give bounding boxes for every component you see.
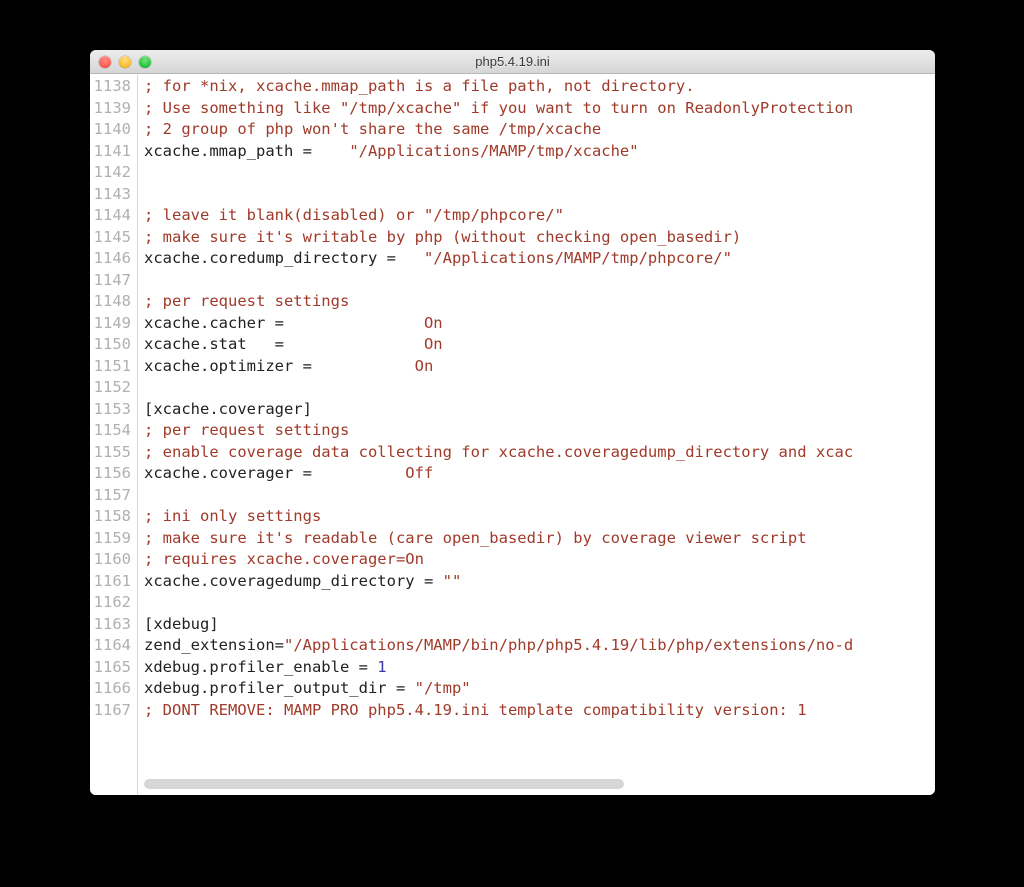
line-number: 1167 (90, 700, 131, 722)
line-number: 1166 (90, 678, 131, 700)
code-line[interactable]: ; Use something like "/tmp/xcache" if yo… (144, 98, 935, 120)
line-number: 1150 (90, 334, 131, 356)
code-line[interactable]: ; 2 group of php won't share the same /t… (144, 119, 935, 141)
line-number: 1161 (90, 571, 131, 593)
code-line[interactable]: xcache.stat = On (144, 334, 935, 356)
code-line[interactable]: ; leave it blank(disabled) or "/tmp/phpc… (144, 205, 935, 227)
line-number: 1155 (90, 442, 131, 464)
line-number-gutter: 1138113911401141114211431144114511461147… (90, 74, 138, 795)
line-number: 1141 (90, 141, 131, 163)
code-line[interactable]: xcache.coverager = Off (144, 463, 935, 485)
code-line[interactable]: ; requires xcache.coverager=On (144, 549, 935, 571)
code-line[interactable]: xcache.cacher = On (144, 313, 935, 335)
zoom-icon[interactable] (139, 56, 151, 68)
code-line[interactable]: xcache.optimizer = On (144, 356, 935, 378)
code-content[interactable]: ; for *nix, xcache.mmap_path is a file p… (138, 74, 935, 795)
code-line[interactable]: xcache.coredump_directory = "/Applicatio… (144, 248, 935, 270)
line-number: 1156 (90, 463, 131, 485)
titlebar[interactable]: php5.4.19.ini (90, 50, 935, 74)
line-number: 1154 (90, 420, 131, 442)
line-number: 1157 (90, 485, 131, 507)
code-line[interactable]: ; enable coverage data collecting for xc… (144, 442, 935, 464)
code-line[interactable]: ; DONT REMOVE: MAMP PRO php5.4.19.ini te… (144, 700, 935, 722)
line-number: 1143 (90, 184, 131, 206)
minimize-icon[interactable] (119, 56, 131, 68)
code-line[interactable]: [xcache.coverager] (144, 399, 935, 421)
code-line[interactable]: ; make sure it's writable by php (withou… (144, 227, 935, 249)
code-line[interactable]: xdebug.profiler_output_dir = "/tmp" (144, 678, 935, 700)
line-number: 1165 (90, 657, 131, 679)
code-line[interactable]: zend_extension="/Applications/MAMP/bin/p… (144, 635, 935, 657)
line-number: 1153 (90, 399, 131, 421)
line-number: 1147 (90, 270, 131, 292)
code-line[interactable]: [xdebug] (144, 614, 935, 636)
line-number: 1158 (90, 506, 131, 528)
line-number: 1148 (90, 291, 131, 313)
line-number: 1142 (90, 162, 131, 184)
line-number: 1138 (90, 76, 131, 98)
window-title: php5.4.19.ini (90, 54, 935, 69)
line-number: 1146 (90, 248, 131, 270)
code-editor[interactable]: 1138113911401141114211431144114511461147… (90, 74, 935, 795)
line-number: 1162 (90, 592, 131, 614)
code-line[interactable] (144, 485, 935, 507)
code-line[interactable] (144, 592, 935, 614)
line-number: 1145 (90, 227, 131, 249)
code-line[interactable]: ; ini only settings (144, 506, 935, 528)
code-line[interactable]: ; per request settings (144, 291, 935, 313)
code-line[interactable]: xdebug.profiler_enable = 1 (144, 657, 935, 679)
line-number: 1144 (90, 205, 131, 227)
close-icon[interactable] (99, 56, 111, 68)
code-line[interactable]: ; for *nix, xcache.mmap_path is a file p… (144, 76, 935, 98)
horizontal-scrollbar[interactable] (144, 779, 624, 789)
line-number: 1152 (90, 377, 131, 399)
line-number: 1139 (90, 98, 131, 120)
window-controls (90, 56, 151, 68)
code-line[interactable] (144, 377, 935, 399)
code-line[interactable]: ; make sure it's readable (care open_bas… (144, 528, 935, 550)
code-line[interactable]: xcache.mmap_path = "/Applications/MAMP/t… (144, 141, 935, 163)
code-line[interactable] (144, 270, 935, 292)
line-number: 1159 (90, 528, 131, 550)
code-line[interactable] (144, 184, 935, 206)
line-number: 1151 (90, 356, 131, 378)
line-number: 1149 (90, 313, 131, 335)
line-number: 1140 (90, 119, 131, 141)
editor-window: php5.4.19.ini 11381139114011411142114311… (90, 50, 935, 795)
line-number: 1160 (90, 549, 131, 571)
line-number: 1164 (90, 635, 131, 657)
code-line[interactable] (144, 162, 935, 184)
line-number: 1163 (90, 614, 131, 636)
code-line[interactable]: ; per request settings (144, 420, 935, 442)
code-line[interactable]: xcache.coveragedump_directory = "" (144, 571, 935, 593)
